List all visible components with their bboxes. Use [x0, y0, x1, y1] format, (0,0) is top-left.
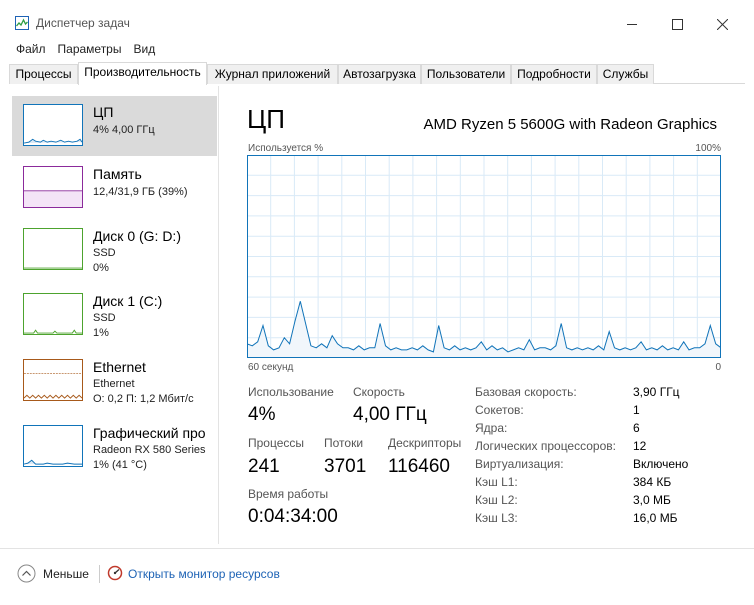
disk1-mini-graph [23, 293, 83, 335]
uptime-label: Время работы [248, 487, 329, 501]
resource-list: ЦП 4% 4,00 ГГц Память 12,4/31,9 ГБ (39%)… [12, 96, 218, 536]
disk0-mini-graph [23, 228, 83, 270]
tab-startup[interactable]: Автозагрузка [338, 64, 421, 84]
resource-item-disk-1[interactable]: Диск 1 (C:) SSD 1% [12, 285, 217, 345]
utilization-label: Использование [248, 385, 334, 399]
menu-file[interactable]: Файл [10, 40, 52, 58]
title-bar: Диспетчер задач [0, 0, 754, 40]
minimize-button[interactable] [609, 9, 655, 39]
graph-y-max-label: 100% [695, 143, 721, 154]
resource-name: Память [93, 166, 142, 182]
spec-value: 384 КБ [633, 475, 672, 489]
processes-value: 241 [248, 456, 280, 477]
chevron-up-icon[interactable] [17, 564, 36, 583]
spec-value: 1 [633, 403, 640, 417]
processes-label: Процессы [248, 436, 305, 450]
graph-grid [247, 155, 721, 358]
tab-details[interactable]: Подробности [511, 64, 597, 84]
spec-value: Включено [633, 457, 689, 471]
spec-label: Базовая скорость: [475, 385, 577, 399]
resource-detail: 12,4/31,9 ГБ (39%) [93, 186, 188, 198]
resource-detail: Radeon RX 580 Series [93, 444, 206, 456]
resource-item-memory[interactable]: Память 12,4/31,9 ГБ (39%) [12, 158, 217, 218]
graph-y-label: Используется % [248, 143, 324, 154]
spec-label: Кэш L2: [475, 493, 518, 507]
maximize-button[interactable] [654, 9, 700, 39]
spec-label: Ядра: [475, 421, 508, 435]
cpu-usage-graph [247, 155, 721, 358]
task-manager-icon [15, 16, 29, 30]
fewer-details-button[interactable]: Меньше [43, 567, 89, 581]
resource-detail: 1% [93, 327, 109, 339]
resource-item-cpu[interactable]: ЦП 4% 4,00 ГГц [12, 96, 217, 156]
spec-label: Логических процессоров: [475, 439, 616, 453]
memory-mini-graph [23, 166, 83, 208]
resource-detail: 0% [93, 262, 109, 274]
speed-value: 4,00 ГГц [353, 404, 427, 425]
spec-label: Кэш L1: [475, 475, 518, 489]
footer: Меньше Открыть монитор ресурсов [0, 548, 754, 605]
resource-item-ethernet[interactable]: Ethernet Ethernet О: 0,2 П: 1,2 Мбит/с [12, 351, 217, 411]
menu-options[interactable]: Параметры [52, 40, 128, 58]
tab-bar: Процессы Производительность Журнал прило… [9, 62, 745, 85]
spec-value: 3,0 МБ [633, 493, 671, 507]
gpu-mini-graph [23, 425, 83, 467]
resource-name: Графический про [93, 425, 206, 441]
uptime-value: 0:04:34:00 [248, 506, 338, 527]
resource-detail: О: 0,2 П: 1,2 Мбит/с [93, 393, 194, 405]
page-title: ЦП [247, 104, 285, 134]
handles-label: Дескрипторы [388, 436, 462, 450]
resource-name: ЦП [93, 104, 114, 120]
cpu-model-name: AMD Ryzen 5 5600G with Radeon Graphics [423, 116, 717, 133]
spec-value: 6 [633, 421, 640, 435]
spec-label: Виртуализация: [475, 457, 564, 471]
speed-label: Скорость [353, 385, 405, 399]
resource-detail: SSD [93, 247, 116, 259]
resource-item-gpu[interactable]: Графический про Radeon RX 580 Series 1% … [12, 417, 217, 477]
menu-view[interactable]: Вид [127, 40, 161, 58]
panel-divider [218, 86, 219, 544]
resource-detail: SSD [93, 312, 116, 324]
threads-value: 3701 [324, 456, 367, 477]
footer-separator [99, 565, 100, 583]
tab-users[interactable]: Пользователи [421, 64, 511, 84]
tab-services[interactable]: Службы [597, 64, 654, 84]
resource-detail: 1% (41 °C) [93, 459, 147, 471]
spec-value: 16,0 МБ [633, 511, 678, 525]
resource-monitor-icon [107, 565, 123, 581]
resource-detail: Ethernet [93, 378, 135, 390]
spec-value: 12 [633, 439, 647, 453]
open-resource-monitor-link[interactable]: Открыть монитор ресурсов [128, 567, 280, 581]
tab-performance[interactable]: Производительность [78, 62, 207, 85]
ethernet-mini-graph [23, 359, 83, 401]
minimize-icon [626, 23, 637, 25]
tab-processes[interactable]: Процессы [9, 64, 78, 84]
close-button[interactable] [699, 9, 745, 39]
threads-label: Потоки [324, 436, 364, 450]
resource-detail: 4% 4,00 ГГц [93, 124, 155, 136]
graph-x-end-label: 0 [715, 362, 721, 373]
spec-label: Кэш L3: [475, 511, 518, 525]
resource-name: Диск 1 (C:) [93, 293, 163, 309]
close-icon [716, 18, 728, 30]
utilization-value: 4% [248, 404, 276, 425]
resource-name: Диск 0 (G: D:) [93, 228, 181, 244]
resource-item-disk-0[interactable]: Диск 0 (G: D:) SSD 0% [12, 220, 217, 280]
cpu-mini-graph [23, 104, 83, 146]
spec-value: 3,90 ГГц [633, 385, 680, 399]
tab-app-history[interactable]: Журнал приложений [207, 64, 338, 84]
handles-value: 116460 [388, 456, 450, 477]
window-title: Диспетчер задач [36, 16, 130, 30]
resource-name: Ethernet [93, 359, 146, 375]
graph-x-start-label: 60 секунд [248, 362, 294, 373]
spec-label: Сокетов: [475, 403, 524, 417]
maximize-icon [671, 18, 683, 30]
menu-bar: Файл Параметры Вид [10, 40, 161, 58]
